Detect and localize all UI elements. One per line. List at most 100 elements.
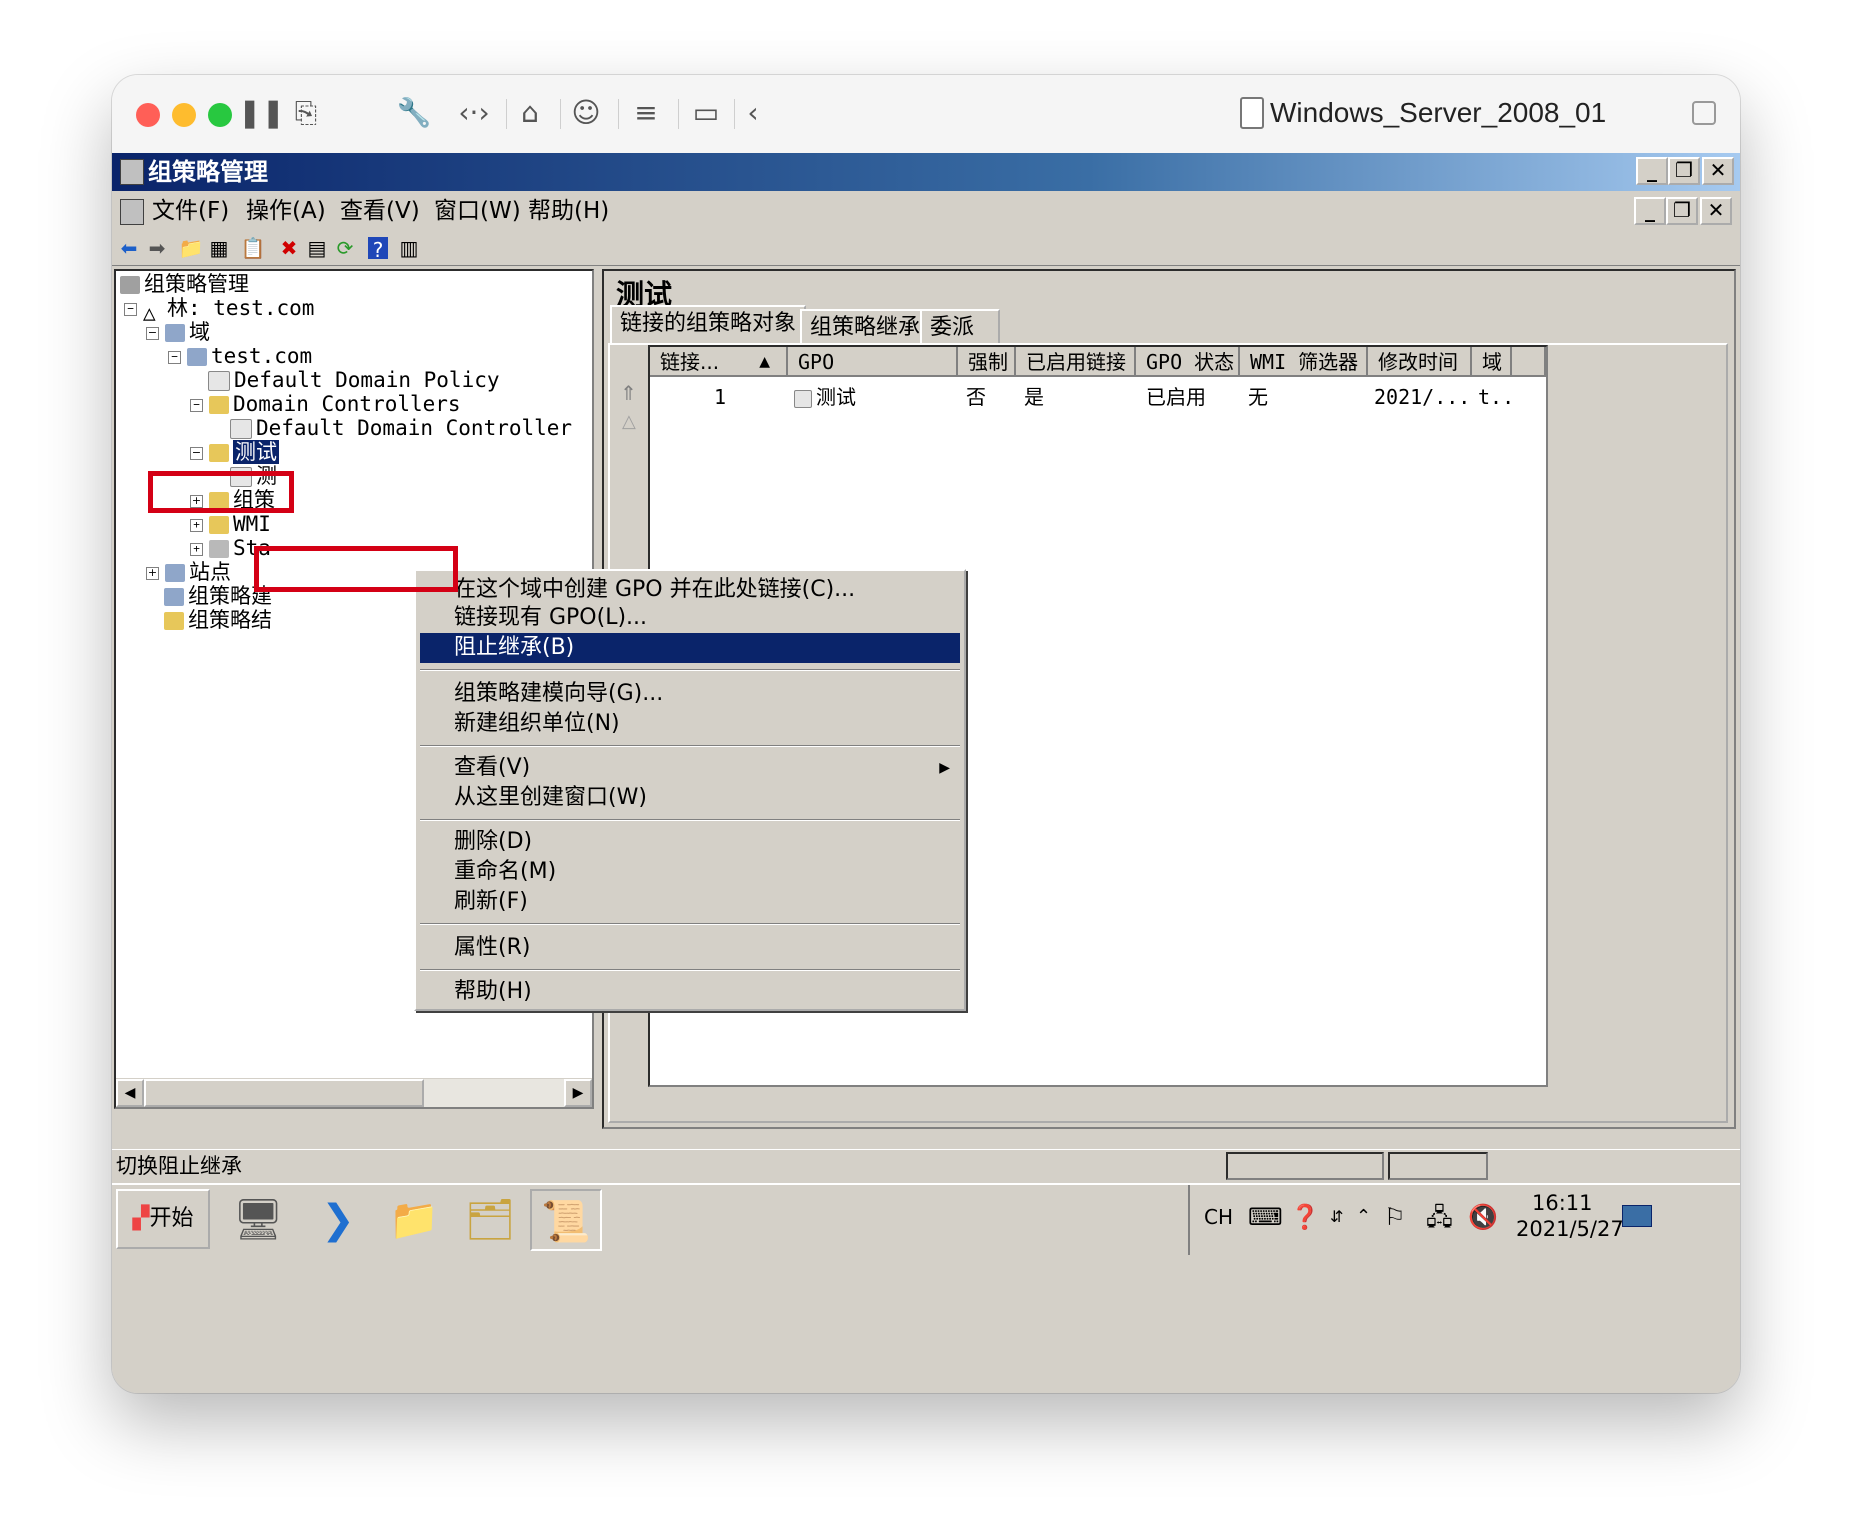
tree-item-test-ou[interactable]: − 测试 — [190, 439, 279, 465]
pause-icon[interactable]: ❚❚ — [238, 95, 285, 131]
up-folder-icon[interactable]: 📁 — [178, 235, 204, 261]
tree-item-domain[interactable]: − test.com — [168, 343, 312, 369]
up-icon[interactable]: △ — [622, 411, 636, 432]
menu-item-rename[interactable]: 重命名(M) — [420, 857, 960, 887]
forward-arrow-icon[interactable]: ➡ — [144, 235, 170, 261]
help-circle-icon[interactable]: ❓ — [1290, 1199, 1320, 1235]
tree-item-default-policy[interactable]: Default Domain Policy — [208, 367, 500, 393]
col-domain[interactable]: 域 — [1472, 347, 1512, 377]
expand-toggle[interactable]: + — [190, 494, 203, 508]
clock-time[interactable]: 16:11 — [1532, 1191, 1593, 1215]
powershell-icon[interactable]: ❯ — [302, 1189, 374, 1251]
tree-item-forest[interactable]: − △ 林: test.com — [124, 295, 314, 325]
menu-window[interactable]: 窗口(W) — [434, 191, 521, 231]
show-hidden-icons[interactable]: ⌃ — [1356, 1199, 1371, 1235]
minimize-traffic-light[interactable] — [172, 103, 196, 127]
tree-item-sites[interactable]: + 站点 — [146, 559, 231, 585]
show-desktop-icon[interactable] — [1622, 1205, 1652, 1227]
child-minimize-button[interactable]: _ — [1634, 197, 1666, 225]
list-icon[interactable]: ≡ — [628, 95, 664, 131]
menu-item-properties[interactable]: 属性(R) — [420, 933, 960, 963]
close-button[interactable]: ✕ — [1702, 157, 1734, 185]
collapse-toggle[interactable]: − — [168, 350, 181, 364]
help-icon[interactable]: ? — [368, 237, 388, 262]
admin-tools-icon[interactable]: 🗂 — [454, 1189, 526, 1251]
expand-toggle[interactable]: + — [146, 566, 159, 580]
col-link-order[interactable]: 链接... ▲ — [650, 347, 788, 377]
tree-item-root[interactable]: 组策略管理 — [120, 271, 249, 297]
volume-muted-icon[interactable]: 🔇 — [1468, 1199, 1498, 1235]
drive-icon[interactable]: ⌂ — [512, 95, 548, 131]
tree-item-dc-policy[interactable]: Default Domain Controller — [230, 415, 572, 441]
gpmc-task-icon[interactable]: 📜 — [530, 1189, 602, 1251]
delete-icon[interactable]: ✖ — [276, 235, 302, 261]
start-button[interactable]: ▞开始 — [116, 1189, 210, 1249]
menu-item-new-window[interactable]: 从这里创建窗口(W) — [420, 783, 960, 813]
window-mode-icon[interactable] — [1692, 101, 1716, 125]
clipboard-icon[interactable]: 📋 — [240, 235, 266, 261]
server-manager-icon[interactable]: 🖥 — [222, 1189, 294, 1251]
menu-item-link-gpo[interactable]: 链接现有 GPO(L)... — [420, 603, 960, 633]
restore-button[interactable]: ❐ — [1668, 157, 1700, 185]
console-tree-icon[interactable]: ▥ — [396, 235, 422, 261]
scroll-thumb[interactable] — [144, 1079, 424, 1107]
col-modified[interactable]: 修改时间 — [1368, 347, 1472, 377]
horizontal-scrollbar[interactable]: ◀ ▶ — [116, 1078, 592, 1107]
refresh-icon[interactable]: ⟳ — [332, 235, 358, 261]
explorer-icon[interactable]: 📁 — [378, 1189, 450, 1251]
tree-item-domains[interactable]: − 域 — [146, 319, 210, 345]
folder-icon[interactable]: ▭ — [688, 95, 724, 131]
col-wmi-filter[interactable]: WMI 筛选器 — [1240, 347, 1368, 377]
scroll-left-arrow-icon[interactable]: ◀ — [116, 1079, 144, 1107]
col-enforced[interactable]: 强制 — [958, 347, 1016, 377]
collapse-toggle[interactable]: − — [124, 302, 137, 316]
show-hide-tree-icon[interactable]: ▦ — [206, 235, 232, 261]
menu-file[interactable]: 文件(F) — [152, 191, 229, 231]
tree-item-modeling[interactable]: 组策略建 — [164, 583, 272, 609]
col-gpo-status[interactable]: GPO 状态 — [1136, 347, 1240, 377]
user-icon[interactable]: ☺ — [568, 95, 604, 131]
collapse-toggle[interactable]: − — [190, 446, 203, 460]
col-link-enabled[interactable]: 已启用链接 — [1016, 347, 1136, 377]
child-restore-button[interactable]: ❐ — [1666, 197, 1698, 225]
tree-item-child[interactable]: 测 — [230, 463, 277, 489]
move-up-icon[interactable]: ⇑ — [620, 381, 637, 405]
tree-item-domain-controllers[interactable]: − Domain Controllers — [190, 391, 461, 417]
child-close-button[interactable]: ✕ — [1700, 197, 1732, 225]
tree-item-starter[interactable]: + Sta — [190, 535, 271, 561]
menu-item-help[interactable]: 帮助(H) — [420, 977, 960, 1007]
tab-linked-gpos[interactable]: 链接的组策略对象 — [610, 305, 807, 343]
wrench-icon[interactable]: 🔧 — [396, 95, 432, 131]
snapshot-icon[interactable]: ⎘ — [288, 95, 324, 131]
menu-item-block-inheritance[interactable]: 阻止继承(B) — [420, 633, 960, 663]
zoom-traffic-light[interactable] — [208, 103, 232, 127]
code-icon[interactable]: ‹·› — [454, 95, 494, 131]
menu-item-delete[interactable]: 删除(D) — [420, 827, 960, 857]
language-indicator[interactable]: CH — [1204, 1199, 1233, 1235]
expand-toggle[interactable]: + — [190, 542, 203, 556]
menu-item-new-ou[interactable]: 新建组织单位(N) — [420, 709, 960, 739]
tree-item-gpo-objects[interactable]: + 组策 — [190, 487, 275, 513]
menu-item-create-gpo[interactable]: 在这个域中创建 GPO 并在此处链接(C)... — [420, 575, 960, 605]
col-gpo[interactable]: GPO — [788, 347, 958, 377]
network-icon[interactable]: 🖧 — [1426, 1199, 1453, 1235]
scroll-right-arrow-icon[interactable]: ▶ — [564, 1079, 592, 1107]
tree-item-wmi[interactable]: + WMI — [190, 511, 271, 537]
menu-item-refresh[interactable]: 刷新(F) — [420, 887, 960, 917]
action-center-flag-icon[interactable]: ⚐ — [1384, 1199, 1406, 1235]
minimize-button[interactable]: _ — [1636, 157, 1668, 185]
menu-action[interactable]: 操作(A) — [246, 191, 326, 231]
menu-item-modeling-wizard[interactable]: 组策略建模向导(G)... — [420, 679, 960, 709]
keyboard-icon[interactable]: ⌨ — [1248, 1199, 1283, 1235]
close-traffic-light[interactable] — [136, 103, 160, 127]
options-icon[interactable]: ⇵ — [1330, 1199, 1343, 1235]
collapse-toggle[interactable]: − — [146, 326, 159, 340]
properties-icon[interactable]: ▤ — [304, 235, 330, 261]
menu-item-view[interactable]: 查看(V) ▶ — [420, 753, 960, 783]
collapse-toggle[interactable]: − — [190, 398, 203, 412]
tree-item-results[interactable]: 组策略结 — [164, 607, 272, 633]
tab-delegation[interactable]: 委派 — [920, 309, 1000, 343]
table-row[interactable]: 1 测试 否 是 已启用 无 2021/... t.. — [650, 377, 1546, 413]
clock-date[interactable]: 2021/5/27 — [1516, 1217, 1624, 1241]
back-icon[interactable]: ‹ — [738, 95, 768, 131]
